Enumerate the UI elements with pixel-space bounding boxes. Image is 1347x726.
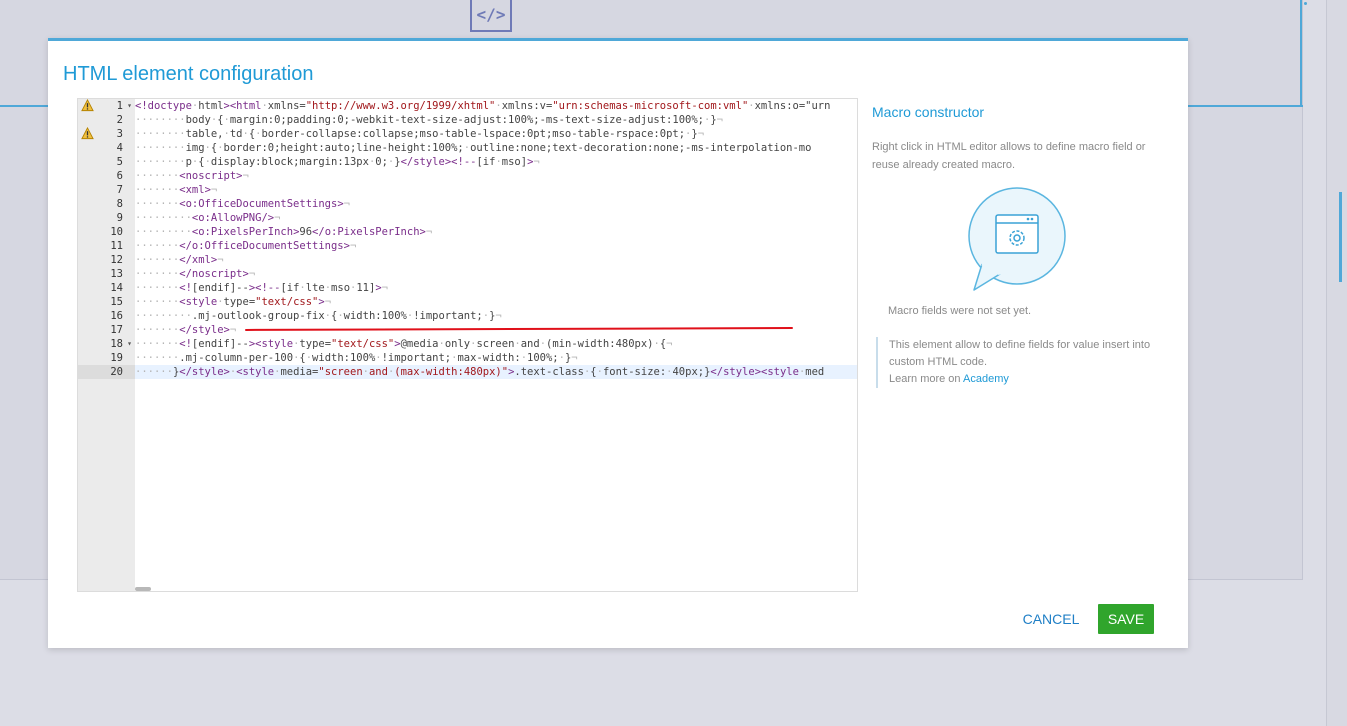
line-number: 3: [78, 126, 135, 141]
dialog-title: HTML element configuration: [63, 63, 314, 85]
code-line[interactable]: ·······</xml>¬: [135, 253, 857, 267]
code-line[interactable]: ·······</noscript>¬: [135, 267, 857, 281]
line-number: 17: [110, 324, 123, 336]
background-selection-edge: [1300, 0, 1302, 107]
page-scrollbar[interactable]: [1326, 0, 1347, 726]
code-line[interactable]: ·········.mj-outlook-group-fix·{·width:1…: [135, 309, 857, 323]
code-line[interactable]: ·······<![endif]--><style·type="text/css…: [135, 337, 857, 351]
line-number: 2: [116, 114, 123, 126]
macro-empty-state: Macro fields were not set yet.: [888, 305, 1032, 317]
macro-description: Right click in HTML editor allows to def…: [872, 141, 1146, 171]
editor-horizontal-scrollbar[interactable]: [135, 587, 151, 591]
line-number: 1 ▾: [78, 99, 135, 113]
line-number: 10: [110, 226, 123, 238]
cancel-button[interactable]: CANCEL: [1015, 604, 1087, 634]
code-line[interactable]: ·······<xml>¬: [135, 183, 857, 197]
save-button[interactable]: SAVE: [1098, 604, 1154, 634]
line-number: 16: [110, 310, 123, 322]
macro-info-text: This element allow to define fields for …: [889, 339, 1151, 368]
code-line[interactable]: ·········<o:PixelsPerInch>96</o:PixelsPe…: [135, 225, 857, 239]
line-number: 18 ▾: [110, 337, 132, 351]
warning-icon[interactable]: [81, 126, 95, 141]
line-number: 4: [116, 142, 123, 154]
fold-toggle-icon[interactable]: ▾: [127, 99, 132, 113]
line-number: 13: [110, 268, 123, 280]
code-line[interactable]: <!doctype·html><html·xmlns="http://www.w…: [135, 99, 857, 113]
line-number: 6: [116, 170, 123, 182]
editor-code-area[interactable]: <!doctype·html><html·xmlns="http://www.w…: [135, 99, 857, 591]
line-number: 7: [116, 184, 123, 196]
line-number: 5: [116, 156, 123, 168]
macro-settings-illustration-icon: [968, 187, 1066, 291]
code-line[interactable]: ·······<style·type="text/css">¬: [135, 295, 857, 309]
code-line[interactable]: ········body·{·margin:0;padding:0;-webki…: [135, 113, 857, 127]
line-number: 8: [116, 198, 123, 210]
line-number: 20: [78, 365, 135, 379]
code-line[interactable]: ·······<noscript>¬: [135, 169, 857, 183]
academy-link[interactable]: Academy: [963, 373, 1009, 385]
line-number: 15: [110, 296, 123, 308]
editor-gutter: 1 ▾ 2 3 4 5 6 7 8 9 10 11 12 13 14 15 16 17 18 ▾ 19 20: [78, 99, 135, 591]
code-line[interactable]: ········img·{·border:0;height:auto;line-…: [135, 141, 857, 155]
line-number: 12: [110, 254, 123, 266]
html-config-dialog: HTML element configuration 1 ▾ 2 3 4 5 6 7 8 9 10 1…: [48, 38, 1188, 648]
page-scrollbar-thumb[interactable]: [1339, 192, 1342, 282]
macro-info-block: This element allow to define fields for …: [876, 337, 1166, 388]
code-line[interactable]: ·······<o:OfficeDocumentSettings>¬: [135, 197, 857, 211]
learn-more-prefix: Learn more on: [889, 373, 963, 385]
code-line[interactable]: ·········<o:AllowPNG/>¬: [135, 211, 857, 225]
code-line[interactable]: ·······.mj-column-per-100·{·width:100%·!…: [135, 351, 857, 365]
background-handle: [1304, 2, 1307, 5]
warning-icon[interactable]: [81, 99, 95, 113]
line-number: 19: [110, 352, 123, 364]
html-element-code-icon: </>: [470, 0, 512, 32]
line-number: 11: [110, 240, 123, 252]
code-line[interactable]: ······}</style>·<style·media="screen·and…: [135, 365, 857, 379]
macro-constructor-title: Macro constructor: [872, 104, 985, 120]
code-line[interactable]: ········p·{·display:block;margin:13px·0;…: [135, 155, 857, 169]
line-number: 14: [110, 282, 123, 294]
code-line[interactable]: ·······</o:OfficeDocumentSettings>¬: [135, 239, 857, 253]
code-line[interactable]: ········table,·td·{·border-collapse:coll…: [135, 127, 857, 141]
code-line[interactable]: ·······<![endif]--><!--[if·lte·mso·11]>¬: [135, 281, 857, 295]
html-code-editor[interactable]: 1 ▾ 2 3 4 5 6 7 8 9 10 11 12 13 14 15 16 17 18 ▾ 19 20 <!doct…: [77, 98, 858, 592]
line-number: 9: [116, 212, 123, 224]
fold-toggle-icon[interactable]: ▾: [127, 337, 132, 351]
